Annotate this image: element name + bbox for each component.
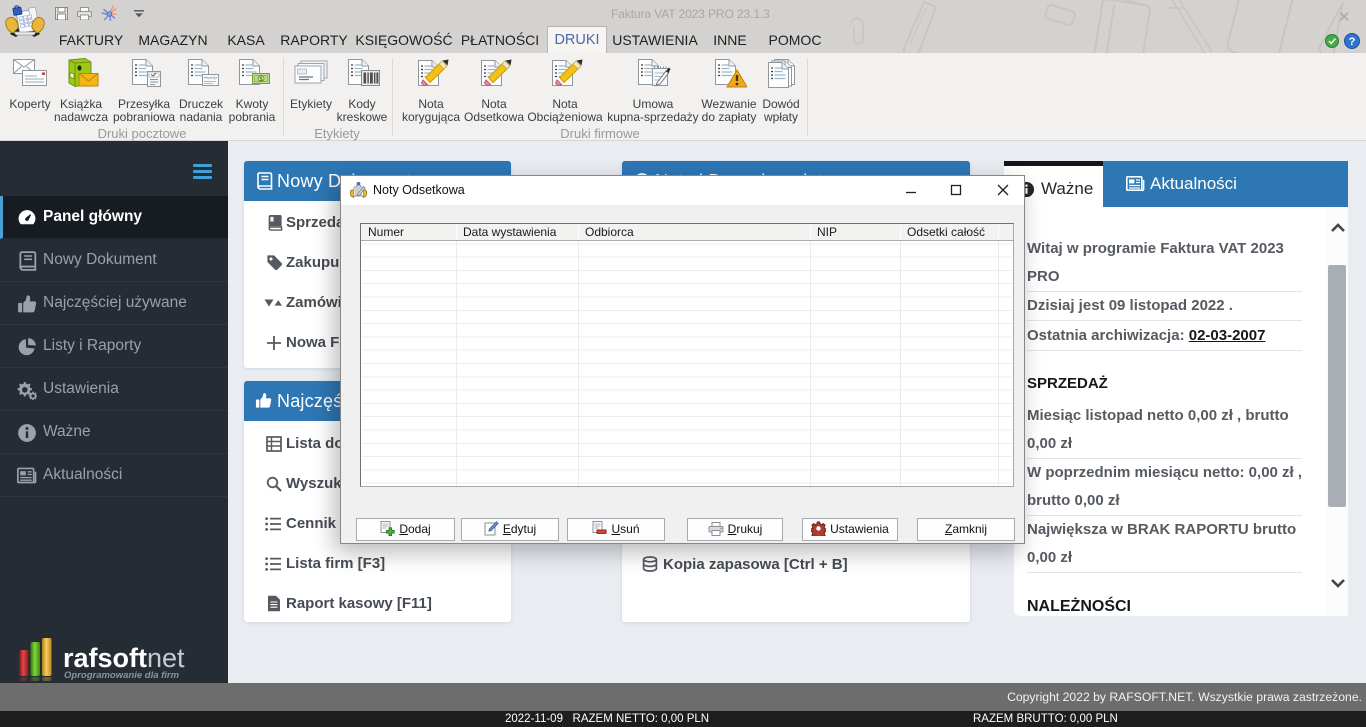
svg-text:rafsoftnet: rafsoftnet [63, 643, 185, 673]
svg-text:Oprogramowanie dla firm: Oprogramowanie dla firm [64, 670, 180, 681]
svg-text:?: ? [1349, 36, 1356, 48]
